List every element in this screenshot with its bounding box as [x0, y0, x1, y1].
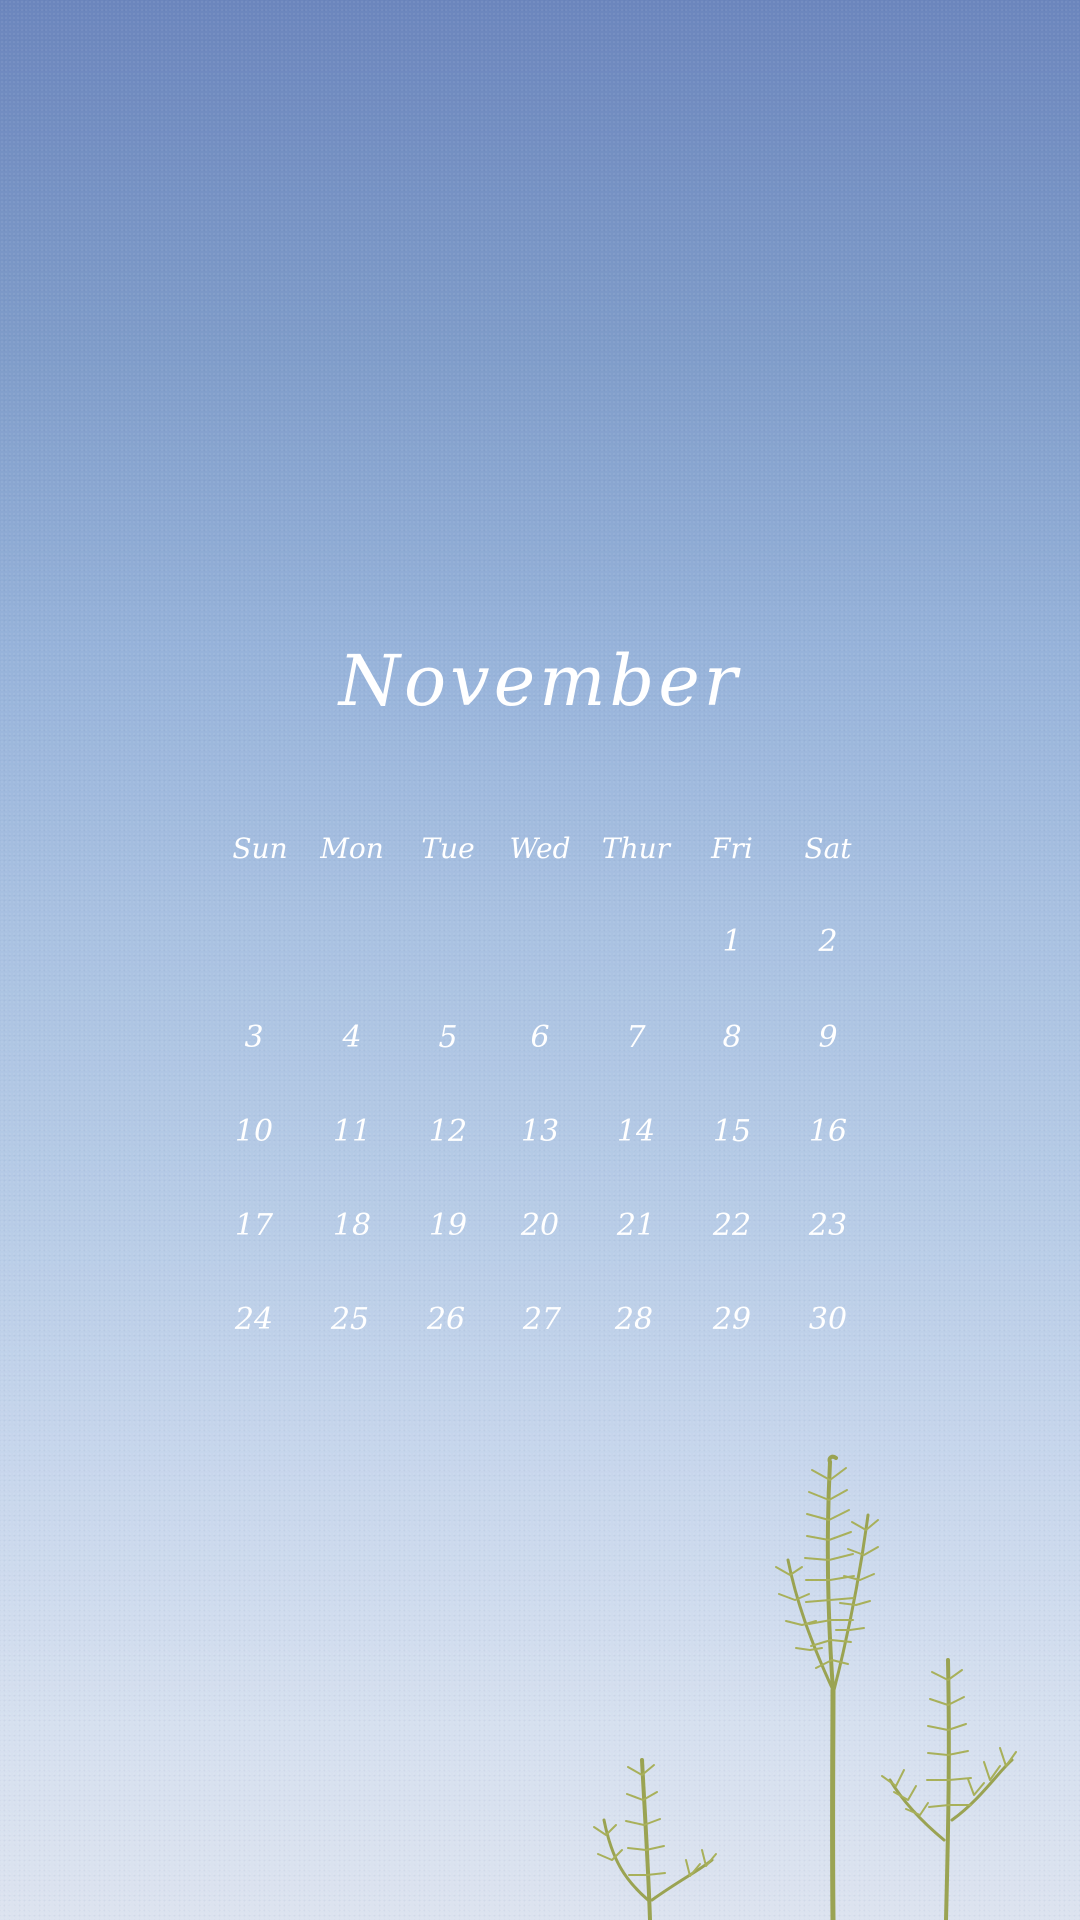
pine-sprig-illustration [593, 1454, 1017, 1920]
